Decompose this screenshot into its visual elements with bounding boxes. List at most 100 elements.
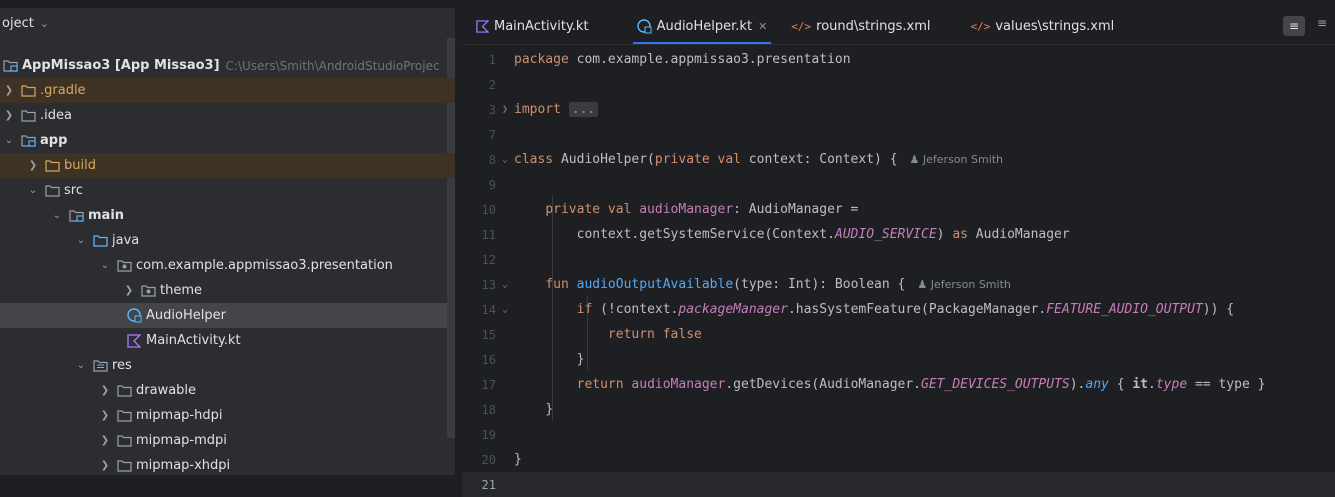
chevron-down-icon[interactable]: ⌄ (50, 210, 64, 221)
folder-icon (20, 108, 36, 124)
tab-label: round\strings.xml (816, 18, 931, 34)
folder-icon (116, 458, 132, 474)
code-token: audioOutputAvailable (568, 277, 734, 292)
tree-item-mipmap-xhdpi[interactable]: ❯ mipmap-xhdpi (0, 453, 455, 475)
code-line[interactable]: 16 } (462, 347, 1335, 372)
chevron-right-icon[interactable]: ❯ (122, 285, 136, 296)
code-line[interactable]: 3 ❯ import ... (462, 97, 1335, 122)
code-token: } (545, 402, 554, 417)
code-line[interactable]: 17 return audioManager.getDevices(AudioM… (462, 372, 1335, 397)
code-token: ). (1069, 377, 1086, 392)
code-line[interactable]: 18 } (462, 397, 1335, 422)
tree-item-mipmap-hdpi[interactable]: ❯ mipmap-hdpi (0, 403, 455, 428)
line-number: 3 (488, 102, 496, 117)
tab-list-menu-icon[interactable]: ≡ (1283, 16, 1305, 36)
tree-item-label: res (112, 358, 132, 373)
tree-item-drawable[interactable]: ❯ drawable (0, 378, 455, 403)
fold-collapse-icon[interactable]: ⌄ (496, 304, 514, 315)
chevron-down-icon[interactable]: ⌄ (2, 135, 16, 146)
tab-label: values\strings.xml (995, 18, 1115, 34)
code-line[interactable]: 20 } (462, 447, 1335, 472)
tree-item-idea[interactable]: ❯ .idea (0, 103, 455, 128)
tree-item-res[interactable]: ⌄ res (0, 353, 455, 378)
code-token: context: Context) { (740, 152, 898, 167)
code-token: class (514, 152, 554, 167)
folder-icon (20, 83, 36, 99)
line-number: 21 (481, 477, 496, 492)
code-line[interactable]: 1 package com.example.appmissao3.present… (462, 47, 1335, 72)
fold-expand-icon[interactable]: ❯ (496, 104, 514, 115)
tree-item-src[interactable]: ⌄ src (0, 178, 455, 203)
code-line[interactable]: 10 private val audioManager: AudioManage… (462, 197, 1335, 222)
code-line[interactable]: 14 ⌄ if (!context.packageManager.hasSyste… (462, 297, 1335, 322)
tree-item-label: main (88, 208, 125, 223)
code-editor[interactable]: 1 package com.example.appmissao3.present… (462, 45, 1335, 497)
tree-item-mipmap-mdpi[interactable]: ❯ mipmap-mdpi (0, 428, 455, 453)
tree-item-main[interactable]: ⌄ main (0, 203, 455, 228)
code-token: FEATURE_AUDIO_OUTPUT (1046, 302, 1203, 317)
tree-root[interactable]: AppMissao3 [App Missao3] C:\Users\Smith\… (0, 53, 455, 78)
code-line[interactable]: 9 (462, 172, 1335, 197)
code-line[interactable]: 2 (462, 72, 1335, 97)
code-token: . (1148, 377, 1156, 392)
tree-item-label: theme (160, 283, 202, 298)
code-line[interactable]: 13 ⌄ fun audioOutputAvailable(type: Int):… (462, 272, 1335, 297)
chevron-right-icon[interactable]: ❯ (2, 85, 16, 96)
tree-item-gradle[interactable]: ❯ .gradle (0, 78, 455, 103)
kotlin-class-icon (637, 18, 653, 34)
tree-item-label: app (40, 133, 68, 148)
code-line[interactable]: 12 (462, 247, 1335, 272)
code-token: .getDevices(AudioManager. (725, 377, 922, 392)
line-number: 19 (481, 427, 496, 442)
chevron-down-icon[interactable]: ⌄ (74, 235, 88, 246)
tree-item-package[interactable]: ⌄ com.example.appmissao3.presentation (0, 253, 455, 278)
code-token: return (576, 377, 624, 392)
fold-collapse-icon[interactable]: ⌄ (496, 279, 514, 290)
line-number: 9 (488, 177, 496, 192)
xml-file-icon: </> (970, 19, 991, 33)
tree-item-audiohelper[interactable]: AudioHelper (0, 303, 447, 328)
close-icon[interactable]: ✕ (758, 20, 767, 33)
fold-collapse-icon[interactable]: ⌄ (496, 154, 514, 165)
author-hint[interactable]: ♟ Jeferson Smith (910, 153, 1004, 166)
project-panel: oject ⌄ AppMissao3 [App Missao3] C:\User… (0, 8, 455, 475)
folded-imports[interactable]: ... (568, 102, 599, 117)
tree-item-theme[interactable]: ❯ theme (0, 278, 455, 303)
project-view-selector[interactable]: oject ⌄ (0, 8, 455, 38)
code-line[interactable]: 19 (462, 422, 1335, 447)
chevron-right-icon[interactable]: ❯ (26, 160, 40, 171)
chevron-down-icon[interactable]: ⌄ (74, 360, 88, 371)
code-token: any (1085, 377, 1109, 392)
code-line[interactable]: 15 return false (462, 322, 1335, 347)
chevron-right-icon[interactable]: ❯ (98, 460, 112, 471)
chevron-down-icon[interactable]: ⌄ (40, 17, 49, 30)
tab-audiohelper[interactable]: AudioHelper.kt ✕ (625, 8, 780, 44)
module-folder-icon (68, 208, 84, 224)
code-line-current[interactable]: 21 (462, 472, 1335, 497)
tree-item-mainactivity[interactable]: MainActivity.kt (0, 328, 455, 353)
tree-item-app[interactable]: ⌄ app (0, 128, 455, 153)
chevron-down-icon[interactable]: ⌄ (26, 185, 40, 196)
code-token: AudioManager (967, 227, 1070, 242)
tab-values-strings[interactable]: </> values\strings.xml (958, 8, 1126, 44)
code-token: (!context. (592, 302, 679, 317)
tab-round-strings[interactable]: </> round\strings.xml (779, 8, 942, 44)
line-number: 2 (488, 77, 496, 92)
tree-item-build[interactable]: ❯ build (0, 153, 455, 178)
author-hint[interactable]: ♟ Jeferson Smith (917, 278, 1011, 291)
chevron-right-icon[interactable]: ❯ (98, 385, 112, 396)
chevron-right-icon[interactable]: ❯ (2, 110, 16, 121)
code-line[interactable]: 11 context.getSystemService(Context.AUDI… (462, 222, 1335, 247)
tab-mainactivity[interactable]: MainActivity.kt (462, 8, 601, 44)
code-line[interactable]: 7 (462, 122, 1335, 147)
tree-item-java[interactable]: ⌄ java (0, 228, 455, 253)
tree-item-label: mipmap-hdpi (136, 408, 223, 423)
code-token: private val (545, 202, 632, 217)
chevron-right-icon[interactable]: ❯ (98, 410, 112, 421)
code-token: packageManager (678, 302, 788, 317)
more-icon[interactable]: ≡ (1317, 16, 1327, 30)
chevron-down-icon[interactable]: ⌄ (98, 260, 112, 271)
code-token: : AudioManager = (733, 202, 859, 217)
code-line[interactable]: 8 ⌄ class AudioHelper(private val context… (462, 147, 1335, 172)
chevron-right-icon[interactable]: ❯ (98, 435, 112, 446)
